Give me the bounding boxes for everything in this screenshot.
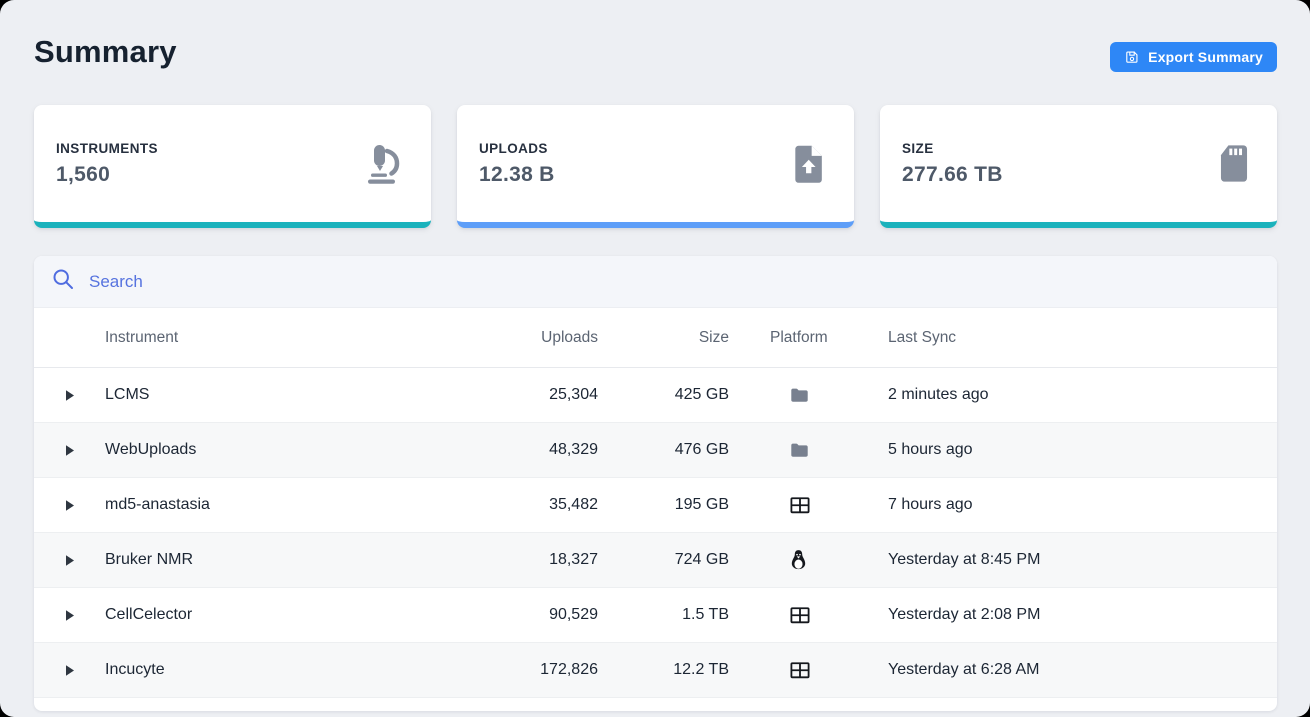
- expand-caret-icon[interactable]: [59, 605, 81, 626]
- uploads-count: 18,327: [435, 551, 598, 569]
- sd-card-icon: [1217, 143, 1251, 184]
- last-sync-value: 2 minutes ago: [888, 386, 1277, 404]
- instrument-name: Incucyte: [105, 661, 435, 679]
- stat-text: INSTRUMENTS 1,560: [56, 141, 158, 187]
- table-row[interactable]: LCMS 25,304 425 GB 2 minutes ago: [34, 368, 1277, 423]
- stat-card-instruments: INSTRUMENTS 1,560: [34, 105, 431, 228]
- table-row[interactable]: Bruker NMR 18,327 724 GB Yesterday at 8:…: [34, 533, 1277, 588]
- size-value: 724 GB: [598, 551, 729, 569]
- stat-value: 12.38 B: [479, 163, 555, 187]
- microscope-icon: [361, 142, 405, 186]
- linux-penguin-icon: [789, 549, 808, 571]
- search-bar: [34, 256, 1277, 308]
- instrument-name: CellCelector: [105, 606, 435, 624]
- uploads-count: 48,329: [435, 441, 598, 459]
- column-header-size: Size: [598, 329, 729, 347]
- last-sync-value: Yesterday at 6:28 AM: [888, 661, 1277, 679]
- instrument-name: WebUploads: [105, 441, 435, 459]
- expand-caret-icon[interactable]: [59, 550, 81, 571]
- table-row[interactable]: Incucyte 172,826 12.2 TB Yesterday at 6:…: [34, 643, 1277, 698]
- table-row[interactable]: md5-anastasia 35,482 195 GB 7 hours ago: [34, 478, 1277, 533]
- windows-icon: [789, 496, 811, 515]
- stat-label: INSTRUMENTS: [56, 141, 158, 156]
- search-icon: [52, 268, 74, 295]
- size-value: 476 GB: [598, 441, 729, 459]
- table-row[interactable]: CellCelector 90,529 1.5 TB Yesterday at …: [34, 588, 1277, 643]
- stat-card-uploads: UPLOADS 12.38 B: [457, 105, 854, 228]
- size-value: 1.5 TB: [598, 606, 729, 624]
- stat-cards: INSTRUMENTS 1,560 UPLOADS 12.38 B: [0, 105, 1310, 228]
- export-summary-label: Export Summary: [1148, 49, 1263, 65]
- last-sync-value: Yesterday at 2:08 PM: [888, 606, 1277, 624]
- size-value: 12.2 TB: [598, 661, 729, 679]
- stat-value: 277.66 TB: [902, 163, 1003, 187]
- windows-icon: [789, 661, 811, 680]
- uploads-count: 90,529: [435, 606, 598, 624]
- last-sync-value: 7 hours ago: [888, 496, 1277, 514]
- table-header: Instrument Uploads Size Platform Last Sy…: [34, 308, 1277, 368]
- last-sync-value: 5 hours ago: [888, 441, 1277, 459]
- size-value: 195 GB: [598, 496, 729, 514]
- search-input[interactable]: [87, 271, 687, 293]
- stat-label: UPLOADS: [479, 141, 555, 156]
- file-upload-icon: [790, 143, 828, 185]
- size-value: 425 GB: [598, 386, 729, 404]
- last-sync-value: Yesterday at 8:45 PM: [888, 551, 1277, 569]
- uploads-count: 172,826: [435, 661, 598, 679]
- stat-text: SIZE 277.66 TB: [902, 141, 1003, 187]
- expand-caret-icon[interactable]: [59, 660, 81, 681]
- table-row[interactable]: WebUploads 48,329 476 GB 5 hours ago: [34, 423, 1277, 478]
- instruments-table: Instrument Uploads Size Platform Last Sy…: [34, 308, 1277, 698]
- windows-icon: [789, 606, 811, 625]
- export-summary-button[interactable]: Export Summary: [1110, 42, 1277, 72]
- instruments-table-panel: Instrument Uploads Size Platform Last Sy…: [34, 256, 1277, 711]
- column-header-platform: Platform: [729, 329, 888, 347]
- instrument-name: LCMS: [105, 386, 435, 404]
- page-header: Summary Export Summary: [0, 0, 1310, 72]
- expand-caret-icon[interactable]: [59, 440, 81, 461]
- stat-text: UPLOADS 12.38 B: [479, 141, 555, 187]
- uploads-count: 35,482: [435, 496, 598, 514]
- instrument-name: Bruker NMR: [105, 551, 435, 569]
- summary-page: Summary Export Summary INSTRUMENTS 1,560: [0, 0, 1310, 717]
- column-header-instrument: Instrument: [105, 329, 435, 347]
- instrument-name: md5-anastasia: [105, 496, 435, 514]
- column-header-uploads: Uploads: [435, 329, 598, 347]
- uploads-count: 25,304: [435, 386, 598, 404]
- folder-icon: [789, 441, 810, 460]
- page-title: Summary: [34, 33, 177, 71]
- expand-caret-icon[interactable]: [59, 495, 81, 516]
- stat-label: SIZE: [902, 141, 1003, 156]
- expand-caret-icon[interactable]: [59, 385, 81, 406]
- column-header-last-sync: Last Sync: [888, 329, 1277, 347]
- save-icon: [1124, 49, 1140, 65]
- stat-card-size: SIZE 277.66 TB: [880, 105, 1277, 228]
- folder-icon: [789, 386, 810, 405]
- stat-value: 1,560: [56, 163, 158, 187]
